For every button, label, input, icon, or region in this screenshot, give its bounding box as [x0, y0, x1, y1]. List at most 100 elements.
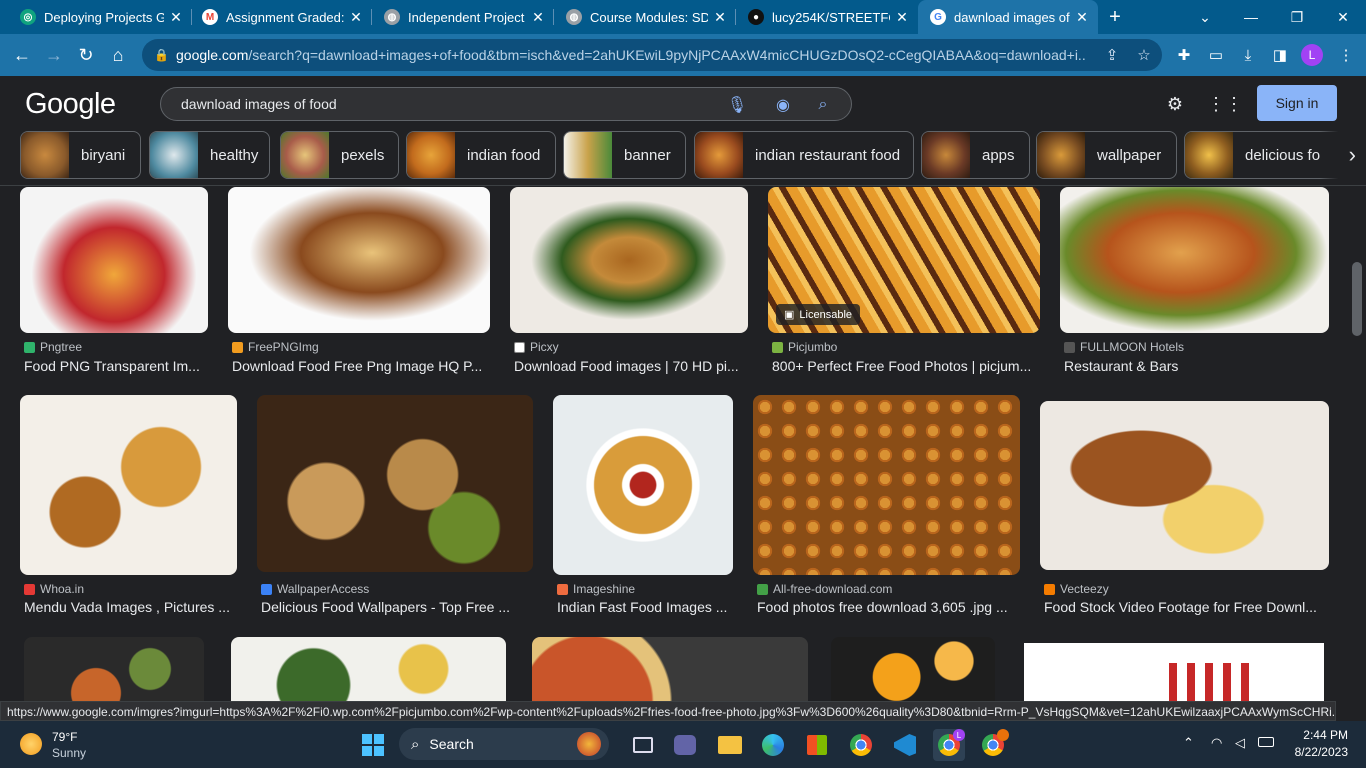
tab-search-icon[interactable]: ⌄: [1182, 0, 1228, 34]
result-source: Picxy: [514, 340, 559, 354]
side-panel-icon[interactable]: ◨: [1267, 42, 1293, 68]
tab-github-streetfood[interactable]: ● lucy254K/STREETFOC ✕: [736, 0, 918, 34]
share-icon[interactable]: ⇪: [1102, 45, 1122, 65]
result-title[interactable]: Food PNG Transparent Im...: [24, 358, 204, 374]
result-image[interactable]: [24, 637, 204, 701]
bookmark-star-icon[interactable]: ☆: [1134, 45, 1154, 65]
result-title[interactable]: Mendu Vada Images , Pictures ...: [24, 599, 236, 615]
lens-icon[interactable]: ◉: [773, 95, 793, 115]
close-icon[interactable]: ✕: [712, 9, 728, 26]
download-icon[interactable]: ⤓: [1235, 42, 1261, 68]
apps-grid-icon[interactable]: ⋮⋮: [1207, 91, 1243, 117]
close-icon[interactable]: ✕: [530, 9, 546, 26]
result-title[interactable]: Delicious Food Wallpapers - Top Free ...: [261, 599, 531, 615]
windows-start-icon[interactable]: [357, 729, 389, 761]
chip-wallpaper[interactable]: wallpaper: [1036, 131, 1177, 179]
volume-icon[interactable]: ◁: [1235, 735, 1245, 751]
close-icon[interactable]: ✕: [348, 9, 364, 26]
wifi-icon[interactable]: ◠: [1211, 735, 1222, 751]
close-window-icon[interactable]: ✕: [1320, 0, 1366, 34]
tab-course-modules[interactable]: ◍ Course Modules: SD- I ✕: [554, 0, 736, 34]
battery-icon[interactable]: [1258, 737, 1274, 747]
file-explorer-icon[interactable]: [714, 729, 746, 761]
weather-condition[interactable]: Sunny: [52, 746, 86, 760]
taskbar-search[interactable]: ⌕ Search: [399, 728, 609, 760]
result-image[interactable]: [510, 187, 748, 333]
forward-icon[interactable]: →: [41, 42, 67, 68]
result-title[interactable]: Download Food images | 70 HD pi...: [514, 358, 746, 374]
home-icon[interactable]: ⌂: [105, 42, 131, 68]
chrome-profile-i-icon[interactable]: [977, 729, 1009, 761]
address-bar[interactable]: 🔒 google.com/search?q=dawnload+images+of…: [142, 39, 1162, 71]
github-icon: ●: [748, 9, 764, 25]
reload-icon[interactable]: ↻: [73, 42, 99, 68]
chip-banner[interactable]: banner: [563, 131, 686, 179]
chevron-right-icon[interactable]: ›: [1320, 131, 1366, 179]
weather-temperature[interactable]: 79°F: [52, 730, 77, 744]
new-tab-button[interactable]: +: [1097, 0, 1133, 34]
microphone-icon[interactable]: 🎙: [727, 95, 747, 115]
result-image[interactable]: [257, 395, 533, 572]
tray-chevron-up-icon[interactable]: ⌃: [1183, 735, 1194, 751]
restore-icon[interactable]: ❐: [1274, 0, 1320, 34]
result-image[interactable]: [553, 395, 733, 575]
chip-healthy[interactable]: healthy: [149, 131, 270, 179]
tab-title: Independent Project #: [408, 9, 526, 25]
settings-gear-icon[interactable]: ⚙: [1162, 91, 1188, 117]
menu-icon[interactable]: ⋮: [1333, 42, 1359, 68]
result-image[interactable]: [1040, 401, 1329, 570]
tab-google-images[interactable]: G dawnload images of fo ✕: [918, 0, 1098, 34]
google-logo[interactable]: Google: [25, 88, 116, 121]
result-image[interactable]: [1024, 643, 1324, 701]
cast-icon[interactable]: ▭: [1203, 42, 1229, 68]
result-title[interactable]: 800+ Perfect Free Food Photos | picjum..…: [772, 358, 1038, 374]
globe-icon: ◍: [384, 9, 400, 25]
result-title[interactable]: Download Food Free Png Image HQ P...: [232, 358, 488, 374]
result-title[interactable]: Indian Fast Food Images ...: [557, 599, 731, 615]
result-title[interactable]: Food Stock Video Footage for Free Downl.…: [1044, 599, 1326, 615]
chip-pexels[interactable]: pexels: [280, 131, 399, 179]
tab-independent-project[interactable]: ◍ Independent Project # ✕: [372, 0, 554, 34]
vscode-icon[interactable]: [889, 729, 921, 761]
scrollbar-thumb[interactable]: [1352, 262, 1362, 336]
task-view-icon[interactable]: [627, 729, 659, 761]
chrome-profile-l-icon[interactable]: L: [933, 729, 965, 761]
result-image[interactable]: [20, 395, 237, 575]
minimize-icon[interactable]: —: [1228, 0, 1274, 34]
result-image[interactable]: [231, 637, 506, 701]
chip-biryani[interactable]: biryani: [20, 131, 141, 179]
source-name: Whoa.in: [40, 582, 85, 596]
result-image[interactable]: ▣ Licensable: [768, 187, 1040, 333]
result-image[interactable]: [20, 187, 208, 333]
result-image[interactable]: [753, 395, 1020, 575]
close-icon[interactable]: ✕: [894, 9, 910, 26]
result-title[interactable]: Food photos free download 3,605 .jpg ...: [757, 599, 1019, 615]
clock-time[interactable]: 2:44 PM: [1286, 728, 1348, 742]
result-image[interactable]: [228, 187, 490, 333]
search-icon[interactable]: ⌕: [813, 95, 833, 115]
teams-chat-icon[interactable]: [669, 729, 701, 761]
chrome-icon[interactable]: [845, 729, 877, 761]
result-image[interactable]: [532, 637, 808, 701]
result-title[interactable]: Restaurant & Bars: [1064, 358, 1326, 374]
extensions-icon[interactable]: ✚: [1171, 42, 1197, 68]
result-image[interactable]: [1060, 187, 1329, 333]
result-image[interactable]: [831, 637, 995, 701]
close-icon[interactable]: ✕: [1074, 9, 1090, 26]
search-box[interactable]: dawnload images of food 🎙 ◉ ⌕: [160, 87, 852, 121]
clock-date[interactable]: 8/22/2023: [1280, 745, 1348, 759]
microsoft-store-icon[interactable]: [801, 729, 833, 761]
search-input[interactable]: dawnload images of food: [181, 96, 701, 112]
chip-apps[interactable]: apps: [921, 131, 1030, 179]
close-icon[interactable]: ✕: [168, 9, 184, 26]
profile-avatar[interactable]: L: [1299, 42, 1325, 68]
tab-deploying-projects[interactable]: ◎ Deploying Projects Gu ✕: [8, 0, 192, 34]
sun-weather-icon[interactable]: [20, 733, 42, 755]
back-icon[interactable]: ←: [9, 42, 35, 68]
edge-icon[interactable]: [757, 729, 789, 761]
sign-in-button[interactable]: Sign in: [1257, 85, 1337, 121]
lock-icon: 🔒: [154, 48, 169, 62]
tab-assignment-graded[interactable]: M Assignment Graded: Ir ✕: [190, 0, 372, 34]
chip-indian-food[interactable]: indian food: [406, 131, 556, 179]
chip-indian-restaurant-food[interactable]: indian restaurant food: [694, 131, 914, 179]
